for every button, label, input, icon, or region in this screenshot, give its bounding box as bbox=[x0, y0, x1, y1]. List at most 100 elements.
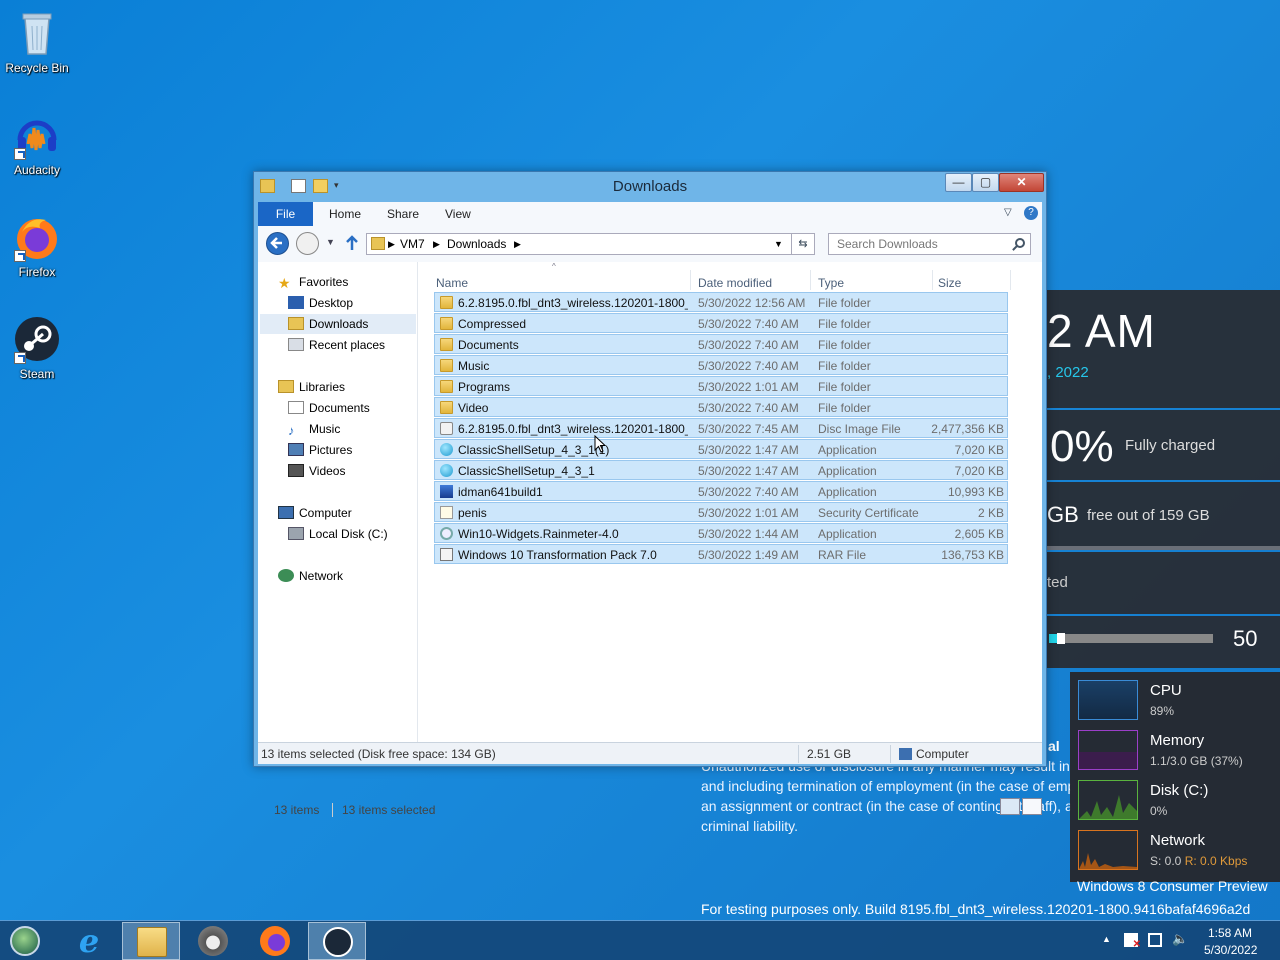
volume-slider[interactable] bbox=[1049, 633, 1213, 644]
column-type[interactable]: Type bbox=[818, 276, 844, 290]
chevron-right-icon: ▶ bbox=[514, 239, 521, 249]
desktop-icon-recycle-bin[interactable]: Recycle Bin bbox=[0, 8, 74, 75]
file-row[interactable]: Windows 10 Transformation Pack 7.0 5/30/2… bbox=[434, 544, 1008, 564]
file-name: Documents bbox=[458, 338, 519, 352]
search-icon[interactable] bbox=[1015, 238, 1025, 248]
nav-lib-music[interactable]: ♪ Music bbox=[288, 419, 340, 439]
file-row[interactable]: Programs 5/30/2022 1:01 AM File folder bbox=[434, 376, 1008, 396]
folder-icon bbox=[440, 380, 453, 393]
help-icon[interactable]: ? bbox=[1024, 206, 1038, 220]
expand-ribbon-icon[interactable]: ▽ bbox=[1004, 207, 1012, 218]
file-list: ^ Name Date modified Type Size 6.2.8195.… bbox=[430, 262, 1042, 750]
tab-home[interactable]: Home bbox=[317, 202, 373, 226]
details-view-button[interactable] bbox=[1000, 798, 1020, 815]
file-row[interactable]: Video 5/30/2022 7:40 AM File folder bbox=[434, 397, 1008, 417]
nav-desktop[interactable]: Desktop bbox=[288, 293, 353, 313]
recent-locations-icon[interactable]: ▼ bbox=[326, 237, 335, 247]
clock-time[interactable]: 1:58 AM bbox=[1208, 926, 1252, 940]
up-button[interactable] bbox=[344, 235, 360, 251]
file-row[interactable]: idman641build1 5/30/2022 7:40 AM Applicati… bbox=[434, 481, 1008, 501]
taskbar-internet-explorer[interactable]: e bbox=[60, 922, 118, 960]
address-dropdown-icon[interactable]: ▼ bbox=[774, 239, 783, 249]
build-watermark: For testing purposes only. Build 8195.fb… bbox=[701, 901, 1251, 917]
file-row[interactable]: 6.2.8195.0.fbl_dnt3_wireless.120201-1800… bbox=[434, 292, 1008, 312]
nav-local-disk[interactable]: Local Disk (C:) bbox=[288, 524, 388, 544]
column-divider[interactable] bbox=[690, 270, 691, 290]
desktop-icon-firefox[interactable]: Firefox bbox=[0, 212, 74, 279]
nav-label: Recent places bbox=[309, 338, 386, 352]
column-divider[interactable] bbox=[810, 270, 811, 290]
search-box[interactable] bbox=[828, 233, 1031, 255]
file-size: 10,993 KB bbox=[947, 485, 1004, 499]
file-name: Music bbox=[458, 359, 490, 373]
start-button[interactable] bbox=[0, 922, 58, 960]
nav-network[interactable]: Network bbox=[278, 566, 343, 586]
updates-widget: ted bbox=[1047, 552, 1280, 614]
tab-file[interactable]: File bbox=[258, 202, 313, 226]
file-row[interactable]: Win10-Widgets.Rainmeter-4.0 5/30/2022 1:4… bbox=[434, 523, 1008, 543]
cert-icon bbox=[440, 506, 453, 519]
action-center-icon[interactable]: ✕ bbox=[1124, 933, 1141, 950]
computer-icon bbox=[278, 506, 294, 519]
taskbar-file-explorer[interactable] bbox=[122, 922, 180, 960]
taskbar-firefox[interactable] bbox=[246, 922, 304, 960]
volume-tray-icon[interactable]: 🔈 bbox=[1172, 931, 1188, 947]
taskbar-classic-shell[interactable] bbox=[184, 922, 242, 960]
show-hidden-icons[interactable]: ▲ bbox=[1102, 934, 1111, 944]
file-row[interactable]: Compressed 5/30/2022 7:40 AM File folder bbox=[434, 313, 1008, 333]
column-name[interactable]: Name bbox=[436, 276, 468, 290]
column-divider[interactable] bbox=[1010, 270, 1011, 290]
nav-lib-videos[interactable]: Videos bbox=[288, 461, 345, 481]
network-tray-icon[interactable] bbox=[1148, 933, 1162, 947]
legal-notice: Unauthorized use or disclosure in any ma… bbox=[701, 756, 1071, 836]
tab-view[interactable]: View bbox=[433, 202, 483, 226]
forward-button[interactable] bbox=[296, 232, 319, 255]
shortcut-arrow-icon bbox=[14, 352, 26, 364]
breadcrumb-downloads[interactable]: Downloads bbox=[447, 237, 506, 251]
address-bar[interactable]: ▶ VM7 ▶ Downloads ▶ ▼ bbox=[366, 233, 798, 255]
close-button[interactable]: ✕ bbox=[999, 173, 1044, 192]
nav-recent-places[interactable]: Recent places bbox=[288, 335, 385, 355]
item-count-divider bbox=[332, 803, 333, 817]
breadcrumb-vm7[interactable]: VM7 bbox=[400, 237, 425, 251]
search-input[interactable] bbox=[829, 234, 1009, 254]
app-icon bbox=[440, 443, 453, 456]
large-icons-view-button[interactable] bbox=[1022, 798, 1042, 815]
tab-share[interactable]: Share bbox=[375, 202, 431, 226]
taskbar-steam[interactable] bbox=[308, 922, 366, 960]
nav-computer[interactable]: Computer bbox=[278, 503, 352, 523]
file-row[interactable]: ClassicShellSetup_4_3_1 5/30/2022 1:47 AM… bbox=[434, 460, 1008, 480]
refresh-button[interactable]: ⇆ bbox=[791, 233, 815, 255]
maximize-button[interactable]: ▢ bbox=[972, 173, 999, 192]
file-row[interactable]: 6.2.8195.0.fbl_dnt3_wireless.120201-1800… bbox=[434, 418, 1008, 438]
nav-favorites[interactable]: ★ Favorites bbox=[278, 272, 348, 292]
pictures-icon bbox=[288, 443, 304, 456]
app-icon bbox=[440, 464, 453, 477]
nav-label: Music bbox=[309, 422, 341, 436]
desktop-icon-steam[interactable]: Steam bbox=[0, 314, 74, 381]
file-date: 5/30/2022 12:56 AM bbox=[698, 296, 806, 310]
nav-lib-pictures[interactable]: Pictures bbox=[288, 440, 352, 460]
desktop-icon-audacity[interactable]: Audacity bbox=[0, 110, 74, 177]
file-row[interactable]: Music 5/30/2022 7:40 AM File folder bbox=[434, 355, 1008, 375]
perf-memory: Memory 1.1/3.0 GB (37%) bbox=[1078, 730, 1278, 772]
perf-value: S: 0.0 R: 0.0 Kbps bbox=[1150, 854, 1247, 868]
file-row[interactable]: penis 5/30/2022 1:01 AM Security Certifica… bbox=[434, 502, 1008, 522]
column-date[interactable]: Date modified bbox=[698, 276, 772, 290]
minimize-button[interactable]: — bbox=[945, 173, 972, 192]
file-size: 2,477,356 KB bbox=[931, 422, 1004, 436]
back-button[interactable] bbox=[266, 232, 289, 255]
perf-value: 0% bbox=[1150, 804, 1168, 818]
column-divider[interactable] bbox=[932, 270, 933, 290]
volume-knob[interactable] bbox=[1057, 633, 1066, 644]
nav-downloads[interactable]: Downloads bbox=[260, 314, 416, 334]
nav-libraries[interactable]: Libraries bbox=[278, 377, 345, 397]
file-row[interactable]: ClassicShellSetup_4_3_1(1) 5/30/2022 1:47… bbox=[434, 439, 1008, 459]
title-bar[interactable]: ▾ Downloads — ▢ ✕ bbox=[254, 172, 1046, 201]
clock-date[interactable]: 5/30/2022 bbox=[1204, 943, 1257, 957]
column-size[interactable]: Size bbox=[938, 276, 961, 290]
nav-lib-documents[interactable]: Documents bbox=[288, 398, 370, 418]
firefox-icon bbox=[260, 926, 290, 956]
perf-name: Memory bbox=[1150, 732, 1205, 749]
file-row[interactable]: Documents 5/30/2022 7:40 AM File folder bbox=[434, 334, 1008, 354]
